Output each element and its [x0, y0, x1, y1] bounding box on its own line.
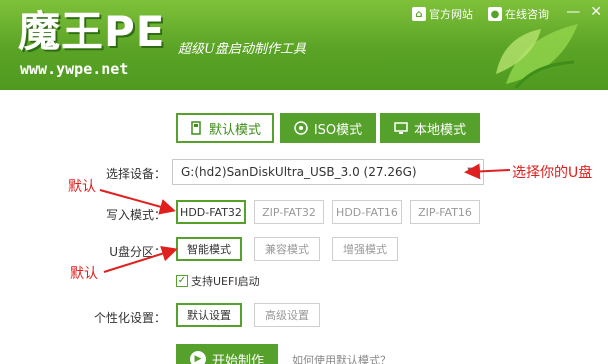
- write-mode-zip-fat32[interactable]: ZIP-FAT32: [254, 200, 324, 224]
- header-bar: 魔王PE www.ywpe.net 超级U盘启动制作工具 ⌂ 官方网站 ● 在线…: [0, 0, 608, 90]
- official-site-link[interactable]: ⌂ 官方网站: [412, 5, 473, 23]
- uefi-checkbox[interactable]: ✓ 支持UEFI启动: [176, 273, 260, 289]
- app-window: 魔王PE www.ywpe.net 超级U盘启动制作工具 ⌂ 官方网站 ● 在线…: [0, 0, 608, 364]
- chat-icon: ●: [488, 7, 502, 21]
- tab-default-mode[interactable]: 默认模式: [176, 113, 274, 143]
- personalize-default[interactable]: 默认设置: [176, 303, 242, 327]
- device-select[interactable]: G:(hd2)SanDiskUltra_USB_3.0 (27.26G) ▼: [172, 159, 484, 185]
- app-slogan: 超级U盘启动制作工具: [178, 42, 306, 57]
- monitor-icon: [394, 121, 408, 135]
- device-select-value: G:(hd2)SanDiskUltra_USB_3.0 (27.26G): [181, 165, 417, 179]
- annotation-default-1: 默认: [68, 179, 96, 195]
- partition-enhanced[interactable]: 增强模式: [332, 237, 398, 261]
- disc-icon: [294, 121, 308, 135]
- online-consult-link[interactable]: ● 在线咨询: [488, 5, 549, 23]
- home-icon: ⌂: [412, 7, 426, 21]
- tab-local-mode[interactable]: 本地模式: [380, 113, 480, 143]
- official-site-label: 官方网站: [429, 8, 473, 21]
- write-mode-hdd-fat16[interactable]: HDD-FAT16: [332, 200, 402, 224]
- site-url: www.ywpe.net: [20, 60, 129, 78]
- tab-local-mode-label: 本地模式: [413, 122, 466, 138]
- howto-link[interactable]: 如何使用默认模式？: [292, 352, 391, 364]
- personalize-label: 个性化设置：: [93, 311, 166, 325]
- write-mode-label: 写入模式：: [105, 208, 166, 222]
- partition-compatible[interactable]: 兼容模式: [254, 237, 320, 261]
- checkmark-icon: ✓: [176, 275, 188, 287]
- minimize-button[interactable]: —: [566, 4, 580, 20]
- close-button[interactable]: ✕: [590, 4, 602, 20]
- personalize-advanced[interactable]: 高级设置: [254, 303, 320, 327]
- partition-label: U盘分区：: [109, 245, 166, 259]
- start-button[interactable]: ▶ 开始制作: [176, 344, 278, 364]
- app-logo: 魔王PE: [18, 7, 166, 56]
- write-mode-hdd-fat32[interactable]: HDD-FAT32: [176, 200, 246, 224]
- uefi-label: 支持UEFI启动: [191, 275, 260, 288]
- play-icon: ▶: [189, 351, 206, 364]
- online-consult-label: 在线咨询: [505, 8, 549, 21]
- tab-iso-mode-label: ISO模式: [313, 122, 363, 138]
- usb-icon: [189, 121, 203, 135]
- chevron-down-icon[interactable]: ▼: [467, 160, 475, 184]
- tab-iso-mode[interactable]: ISO模式: [280, 113, 376, 143]
- partition-smart[interactable]: 智能模式: [176, 237, 242, 261]
- annotation-select-hint: 选择你的U盘: [512, 165, 593, 181]
- window-controls: — ✕: [566, 4, 602, 20]
- leaf-logo-icon: [496, 24, 578, 89]
- tab-default-mode-label: 默认模式: [208, 122, 261, 138]
- annotation-default-2: 默认: [70, 266, 98, 282]
- write-mode-zip-fat16[interactable]: ZIP-FAT16: [410, 200, 480, 224]
- start-button-label: 开始制作: [211, 353, 264, 364]
